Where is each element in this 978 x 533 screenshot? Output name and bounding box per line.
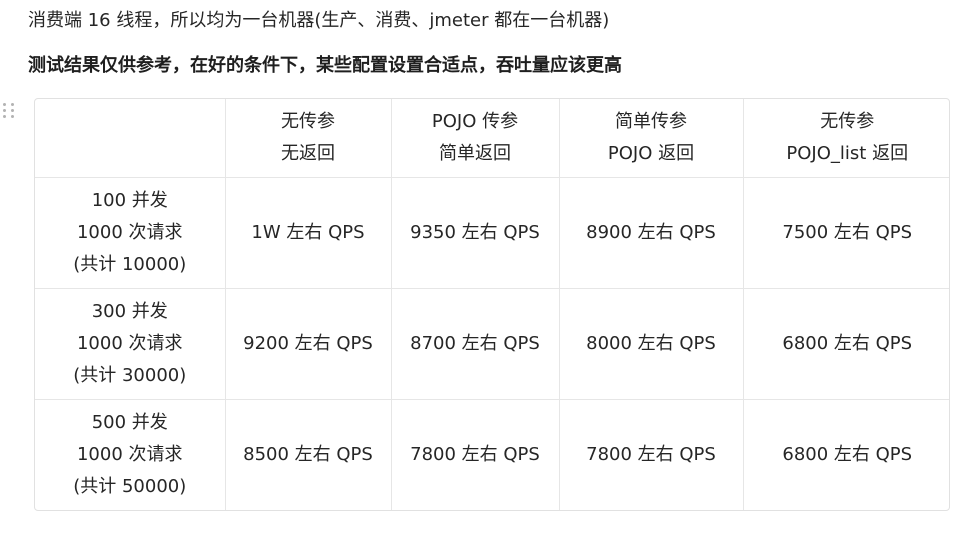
table-cell: 8000 左右 QPS: [558, 287, 744, 400]
row-label-line: 100 并发: [91, 189, 168, 211]
header-cell: 无传参 POJO_list 返回: [742, 99, 949, 178]
results-table-container: 无传参 无返回 POJO 传参 简单返回 简单传参 POJO 返回 无传参 PO…: [34, 98, 950, 511]
header-line: 无传参: [820, 110, 875, 132]
header-cell-empty: [35, 99, 226, 178]
header-cell: 简单传参 POJO 返回: [558, 99, 744, 178]
header-cell: 无传参 无返回: [224, 99, 392, 178]
row-label-cell: 300 并发 1000 次请求 (共计 30000): [35, 287, 226, 400]
table-cell: 8700 左右 QPS: [390, 287, 560, 400]
table-row: 300 并发 1000 次请求 (共计 30000) 9200 左右 QPS 8…: [35, 287, 949, 400]
row-label-line: 1000 次请求: [76, 443, 183, 465]
table-row: 100 并发 1000 次请求 (共计 10000) 1W 左右 QPS 935…: [35, 176, 949, 289]
note-text: 测试结果仅供参考，在好的条件下，某些配置设置合适点，吞吐量应该更高: [28, 55, 622, 76]
table-header-row: 无传参 无返回 POJO 传参 简单返回 简单传参 POJO 返回 无传参 PO…: [35, 99, 949, 178]
row-label-cell: 500 并发 1000 次请求 (共计 50000): [35, 398, 226, 510]
row-label-cell: 100 并发 1000 次请求 (共计 10000): [35, 176, 226, 289]
header-line: POJO 返回: [607, 142, 695, 164]
row-label-line: 1000 次请求: [76, 221, 183, 243]
row-label-line: 500 并发: [91, 411, 168, 433]
row-label-line: 1000 次请求: [76, 332, 183, 354]
table-row: 500 并发 1000 次请求 (共计 50000) 8500 左右 QPS 7…: [35, 398, 949, 510]
row-label-line: (共计 10000): [73, 253, 187, 275]
table-cell: 7500 左右 QPS: [742, 176, 949, 289]
header-line: 简单传参: [615, 110, 687, 132]
table-cell: 6800 左右 QPS: [742, 398, 949, 510]
header-line: 简单返回: [439, 142, 511, 164]
table-cell: 7800 左右 QPS: [558, 398, 744, 510]
header-line: POJO_list 返回: [786, 142, 909, 164]
table-cell: 8500 左右 QPS: [224, 398, 392, 510]
table-cell: 1W 左右 QPS: [224, 176, 392, 289]
row-label-line: 300 并发: [91, 300, 168, 322]
results-table: 无传参 无返回 POJO 传参 简单返回 简单传参 POJO 返回 无传参 PO…: [35, 99, 949, 510]
header-line: 无传参: [281, 110, 335, 132]
table-cell: 9350 左右 QPS: [390, 176, 560, 289]
drag-handle-icon[interactable]: [3, 103, 15, 118]
table-cell: 9200 左右 QPS: [224, 287, 392, 400]
table-cell: 8900 左右 QPS: [558, 176, 744, 289]
header-cell: POJO 传参 简单返回: [390, 99, 560, 178]
row-label-line: (共计 30000): [73, 364, 187, 386]
row-label-line: (共计 50000): [73, 475, 187, 497]
table-cell: 7800 左右 QPS: [390, 398, 560, 510]
intro-text: 消费端 16 线程，所以均为一台机器(生产、消费、jmeter 都在一台机器): [28, 10, 610, 31]
header-line: 无返回: [281, 142, 335, 164]
header-line: POJO 传参: [431, 110, 519, 132]
table-cell: 6800 左右 QPS: [742, 287, 949, 400]
